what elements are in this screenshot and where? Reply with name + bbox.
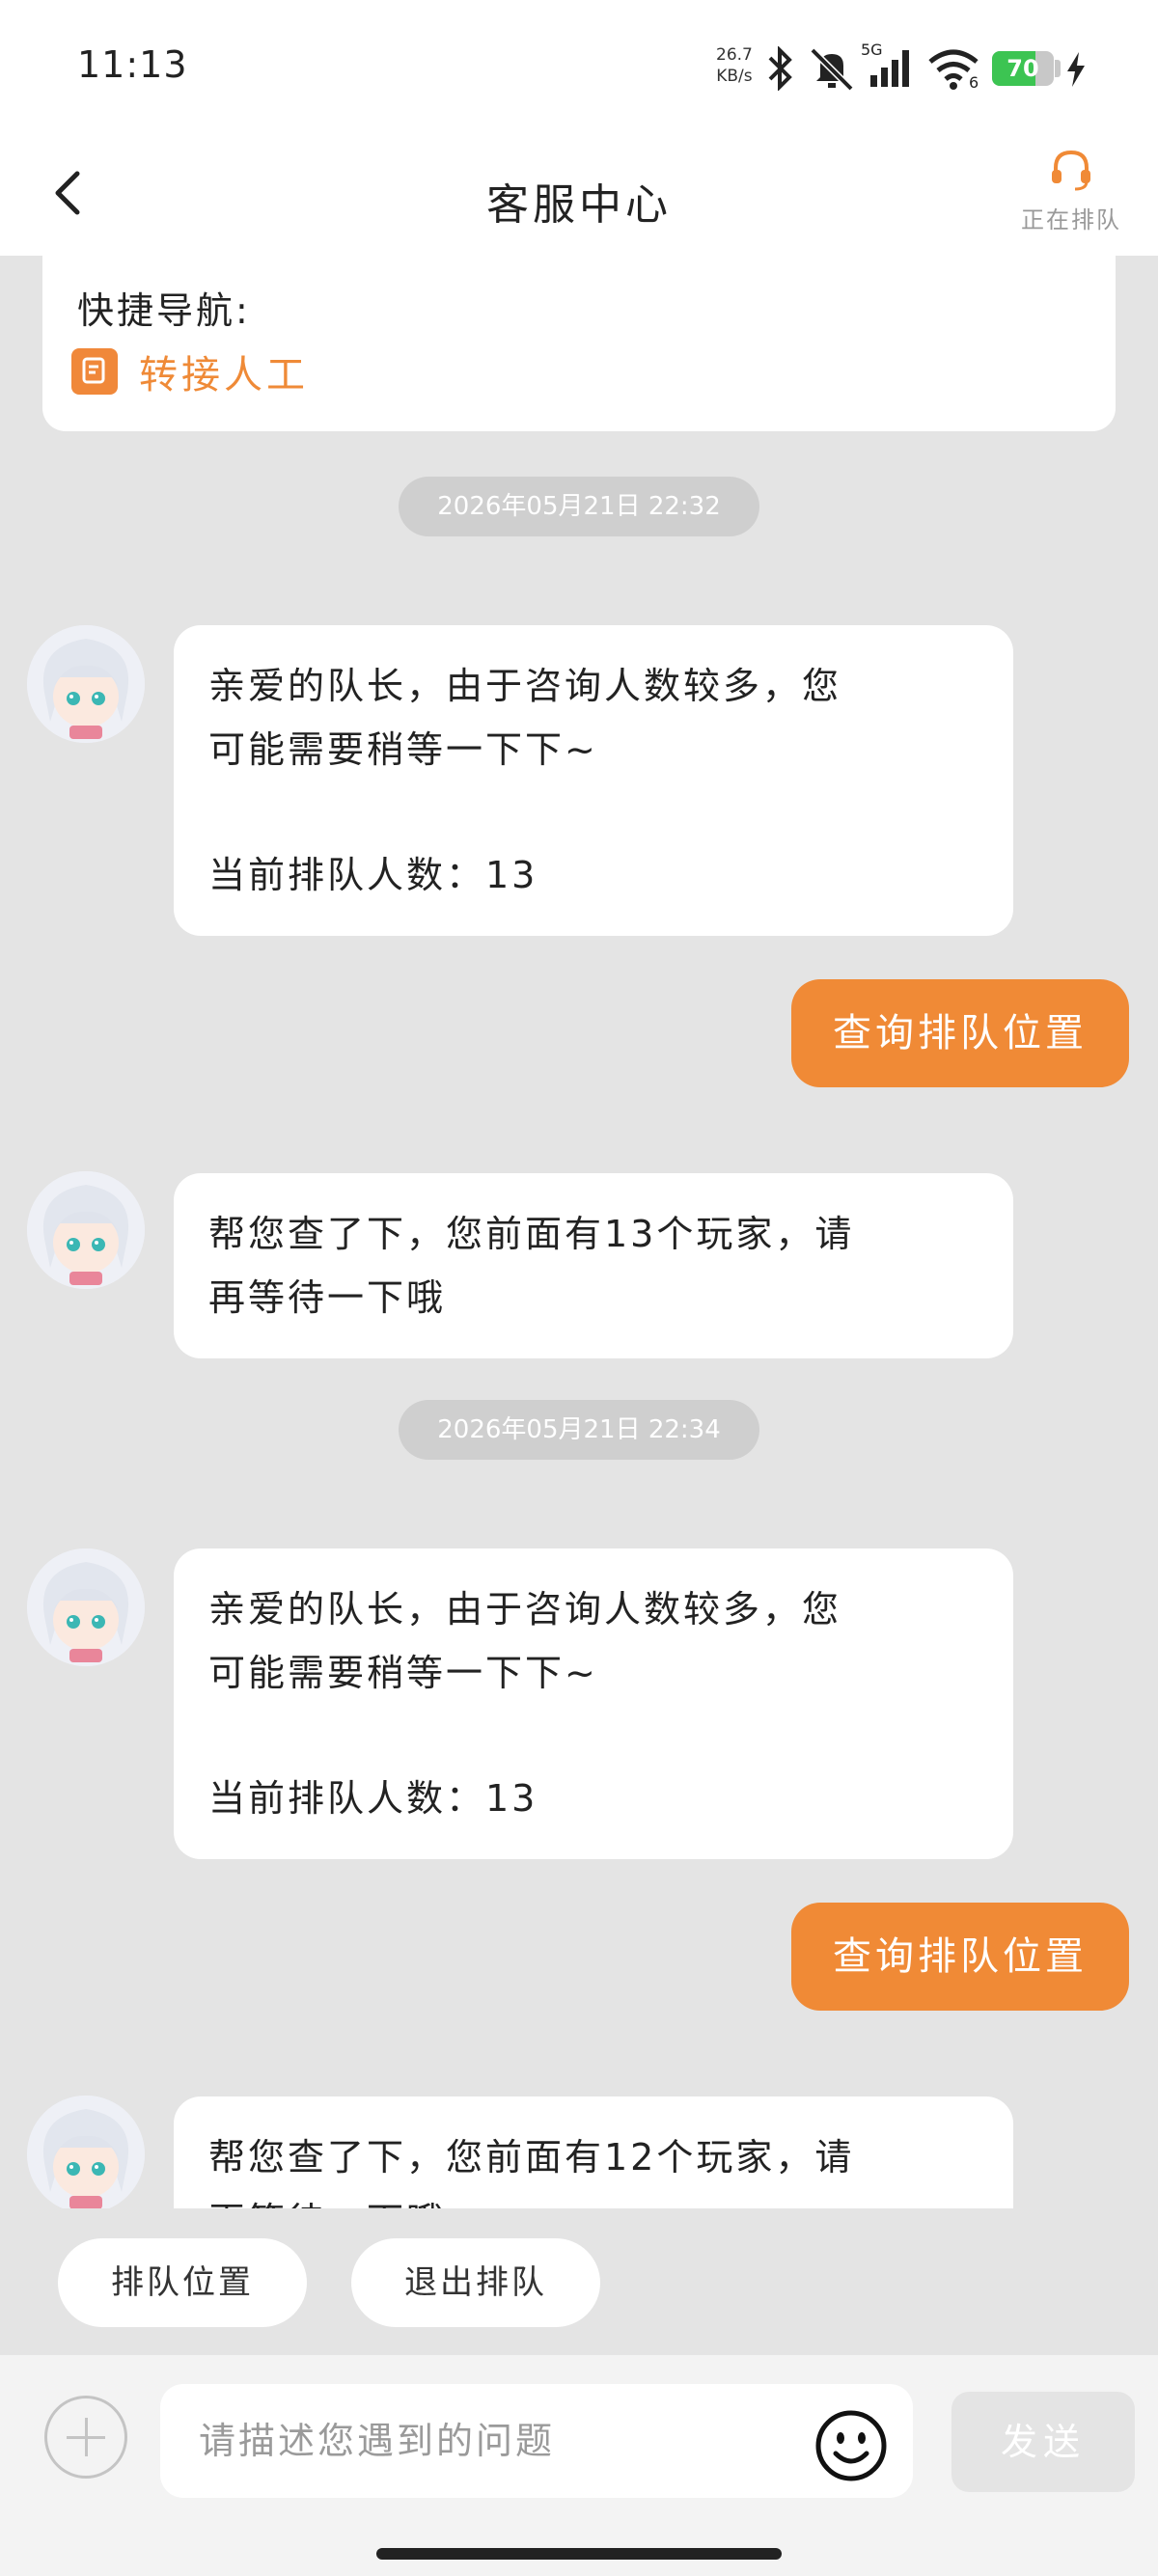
document-icon [71, 348, 118, 395]
agent-avatar[interactable] [27, 1171, 145, 1289]
agent-avatar[interactable] [27, 2096, 145, 2208]
user-message-query-queue[interactable]: 查询排队位置 [791, 1903, 1129, 2011]
battery-tip [1055, 60, 1061, 77]
signal-label: 5G [861, 41, 883, 59]
transfer-to-human-link[interactable]: 转接人工 [71, 343, 309, 400]
agent-message: 帮您查了下，您前面有12个玩家，请 再等待一下哦 [174, 2096, 1013, 2208]
user-message-query-queue[interactable]: 查询排队位置 [791, 979, 1129, 1087]
battery-level: 70 [1006, 55, 1039, 82]
queue-status-button[interactable]: 正在排队 [1013, 147, 1129, 234]
agent-avatar[interactable] [27, 625, 145, 743]
header: 客服中心 正在排队 [0, 135, 1158, 256]
message-line: 帮您查了下，您前面有12个玩家，请 [208, 2136, 855, 2179]
agent-message: 亲爱的队长，由于咨询人数较多，您 可能需要稍等一下下~ 当前排队人数：13 [174, 625, 1013, 936]
timestamp: 2026年05月21日 22:34 [399, 1400, 759, 1460]
queue-position-chip[interactable]: 排队位置 [58, 2238, 307, 2327]
quick-nav-title: 快捷导航: [77, 289, 251, 332]
agent-message: 亲爱的队长，由于咨询人数较多，您 可能需要稍等一下下~ 当前排队人数：13 [174, 1548, 1013, 1859]
network-speed-unit: KB/s [716, 67, 753, 86]
message-line: 再等待一下哦 [208, 2189, 979, 2208]
exit-queue-chip[interactable]: 退出排队 [351, 2238, 600, 2327]
message-line: 可能需要稍等一下下~ [208, 1652, 598, 1694]
charging-icon [1067, 52, 1085, 87]
agent-message: 帮您查了下，您前面有13个玩家，请 再等待一下哦 [174, 1173, 1013, 1358]
bluetooth-icon [768, 46, 792, 91]
queue-count-line: 当前排队人数：13 [208, 854, 538, 896]
headset-icon [1052, 150, 1090, 191]
add-attachment-button[interactable] [44, 2396, 127, 2479]
message-line: 亲爱的队长，由于咨询人数较多，您 [208, 1588, 842, 1631]
timestamp: 2026年05月21日 22:32 [399, 477, 759, 536]
message-line: 亲爱的队长，由于咨询人数较多，您 [208, 665, 842, 707]
page-title: 客服中心 [486, 180, 672, 230]
input-bar: 发送 [0, 2355, 1158, 2576]
transfer-to-human-label: 转接人工 [139, 353, 309, 397]
quick-action-bar: 排队位置 退出排队 [0, 2208, 1158, 2355]
send-button[interactable]: 发送 [951, 2392, 1135, 2492]
status-time: 11:13 [77, 43, 188, 86]
chat-area[interactable]: 快捷导航: 转接人工 2026年05月21日 22:32 亲爱的队长，由于咨询人… [0, 256, 1158, 2208]
network-speed: 26.7 KB/s [716, 44, 753, 87]
message-input[interactable] [160, 2384, 913, 2498]
emoji-button[interactable] [813, 2407, 890, 2484]
message-line: 可能需要稍等一下下~ [208, 728, 598, 771]
status-bar: 11:13 26.7 KB/s 5G 6 70 [0, 0, 1158, 135]
wifi-label: 6 [969, 73, 979, 92]
home-indicator[interactable] [376, 2548, 782, 2560]
queue-count-line: 当前排队人数：13 [208, 1777, 538, 1820]
agent-avatar[interactable] [27, 1548, 145, 1666]
message-line: 再等待一下哦 [208, 1276, 447, 1319]
quick-nav-card: 快捷导航: 转接人工 [42, 256, 1116, 431]
queue-status-label: 正在排队 [1021, 206, 1121, 233]
network-speed-value: 26.7 [716, 45, 753, 65]
mute-icon [810, 47, 854, 91]
message-line: 帮您查了下，您前面有13个玩家，请 [208, 1213, 855, 1255]
battery-icon: 70 [992, 51, 1054, 86]
